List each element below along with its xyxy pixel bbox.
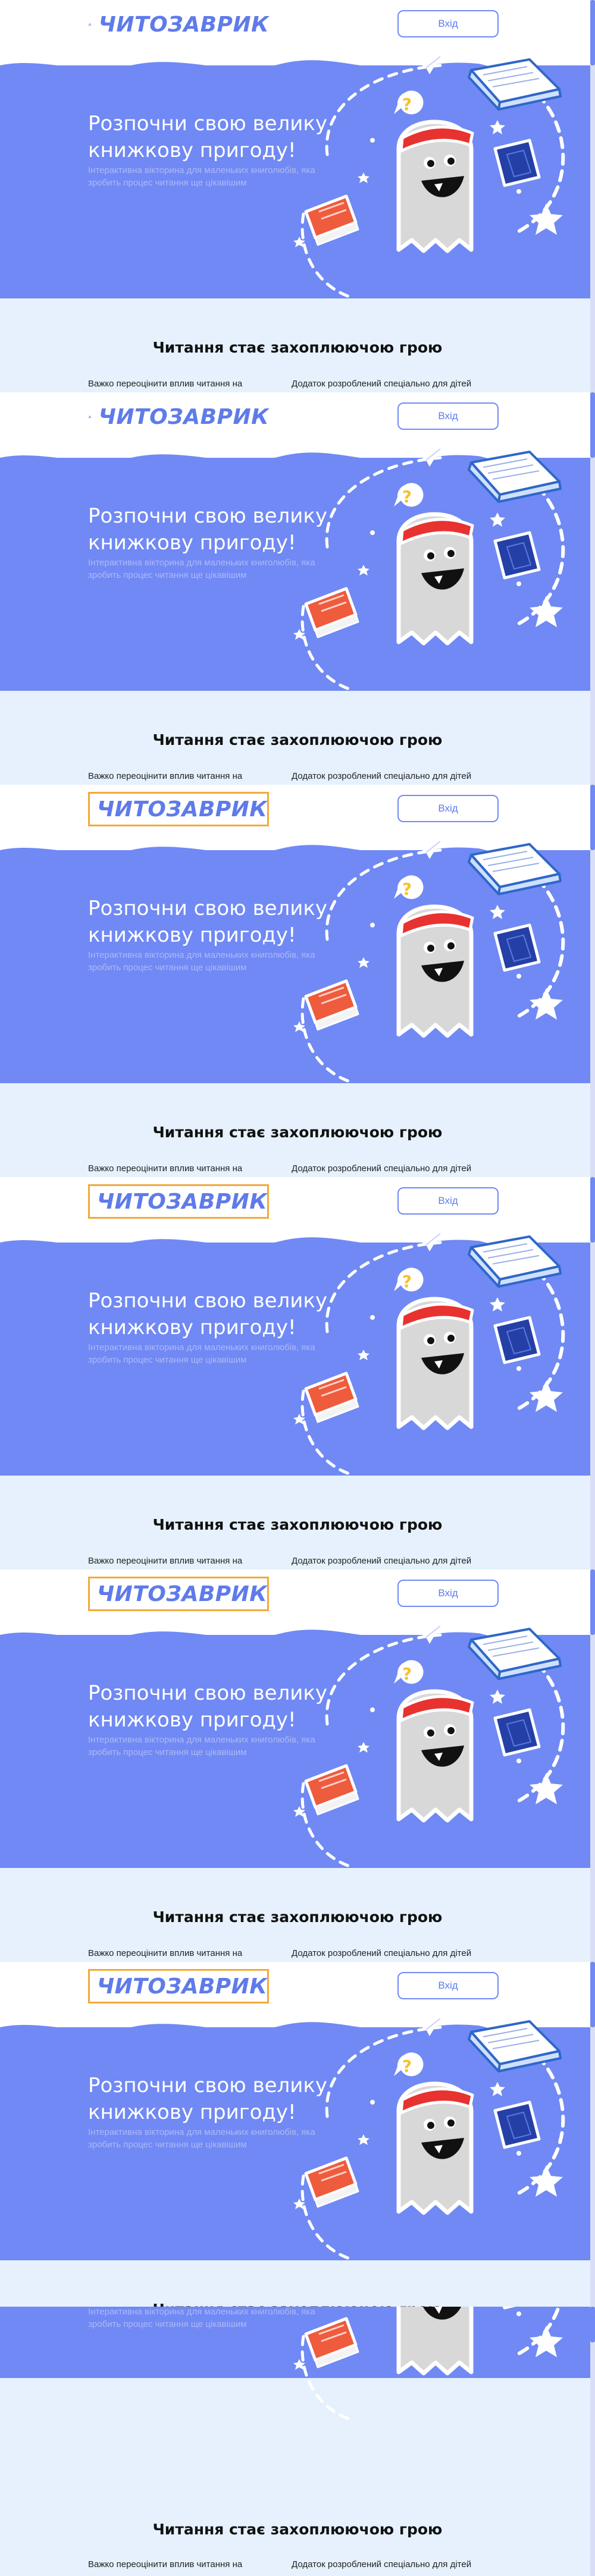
ghost-mascot-icon [262,1605,595,1879]
brand-logo[interactable]: ЧИТОЗАВРИК [88,400,269,434]
brand-name: ЧИТОЗАВРИК [98,404,269,429]
brand-logo[interactable]: ЧИТОЗАВРИК [88,1184,269,1219]
brand-logo[interactable]: ЧИТОЗАВРИК [88,792,269,826]
ghost-mascot-icon [262,1213,595,1486]
brand-name: ЧИТОЗАВРИК [97,1581,268,1606]
login-button[interactable]: Вхід [397,795,499,822]
scrollbar-thumb[interactable] [590,785,595,850]
ghost-mascot-icon [262,820,595,1094]
login-button[interactable]: Вхід [397,1187,499,1215]
ghost-mascot-icon [262,428,595,702]
hero-subtitle-line2: зробить процес читання ще цікавішим [88,2319,247,2329]
ghost-mascot-icon [262,1998,595,2271]
fact-right: Додаток розроблений спеціально для дітей [292,379,472,389]
section-title: Читання стає захоплюючою грою [152,1908,443,1926]
scrollbar-track[interactable] [590,2307,595,2576]
page-frame-scrolled: Інтерактивна вікторина для маленьких кни… [0,2307,595,2576]
scrollbar-thumb[interactable] [590,1569,595,1635]
page-frame: ЧИТОЗАВРИК Вхід Розпочни свою велику книж… [0,392,595,785]
fact-right: Додаток розроблений спеціально для дітей [292,1948,472,1958]
fact-left: Важко переоцінити вплив читання на [88,1948,243,1958]
scrollbar-thumb[interactable] [590,2307,595,2342]
page-frame: ЧИТОЗАВРИК Вхід Розпочни свою велику книж… [0,1569,595,1962]
fact-right: Додаток розроблений спеціально для дітей [292,2559,472,2569]
fact-left: Важко переоцінити вплив читання на [88,771,243,781]
fact-left: Важко переоцінити вплив читання на [88,2559,243,2569]
scrollbar-thumb[interactable] [590,1962,595,2027]
brand-logo[interactable]: ЧИТОЗАВРИК [88,1969,269,2003]
hero-subtitle-line2: зробить процес читання ще цікавішим [88,178,247,188]
hero-subtitle-line2: зробить процес читання ще цікавішим [88,963,247,973]
brand-logo[interactable]: ЧИТОЗАВРИК [88,1577,269,1611]
brand-name: ЧИТОЗАВРИК [97,797,268,822]
section-title: Читання стає захоплюючою грою [152,1516,443,1533]
hero-subtitle-line2: зробить процес читання ще цікавішим [88,1355,247,1365]
section-title: Читання стає захоплюючою грою [152,2521,443,2538]
brand-name: ЧИТОЗАВРИК [97,1189,268,1214]
section-title: Читання стає захоплюючою грою [152,339,443,356]
scrollbar-thumb[interactable] [590,1177,595,1243]
brand-name: ЧИТОЗАВРИК [97,1974,268,1999]
section-title: Читання стає захоплюючою грою [152,731,443,748]
login-button[interactable]: Вхід [397,1972,499,1999]
brand-name: ЧИТОЗАВРИК [98,12,269,37]
ghost-mascot-icon [262,36,595,309]
hero-subtitle-line2: зробить процес читання ще цікавішим [88,1747,247,1757]
fact-right: Додаток розроблений спеціально для дітей [292,1163,472,1174]
fact-left: Важко переоцінити вплив читання на [88,1556,243,1566]
login-button[interactable]: Вхід [397,1580,499,1607]
page-frame: ЧИТОЗАВРИК Вхід Розпочни свою велику книж… [0,1962,595,2354]
page-frame: ЧИТОЗАВРИК Вхід Розпочни свою велику книж… [0,0,595,392]
fact-left: Важко переоцінити вплив читання на [88,379,243,389]
logo-mark-icon [88,401,92,432]
ghost-mascot-icon [262,2307,595,2432]
scrollbar-thumb[interactable] [590,392,595,458]
brand-logo[interactable]: ЧИТОЗАВРИК [88,7,269,42]
fact-right: Додаток розроблений спеціально для дітей [292,771,472,781]
hero-subtitle-line2: зробить процес читання ще цікавішим [88,570,247,580]
page-frame: ЧИТОЗАВРИК Вхід Розпочни свою велику книж… [0,785,595,1177]
fact-left: Важко переоцінити вплив читання на [88,1163,243,1174]
scrollbar-thumb[interactable] [590,0,595,65]
login-button[interactable]: Вхід [397,402,499,430]
hero-subtitle-line2: зробить процес читання ще цікавішим [88,2140,247,2150]
page-frame: ЧИТОЗАВРИК Вхід Розпочни свою велику книж… [0,1177,595,1569]
logo-mark-icon [88,9,92,40]
section-title: Читання стає захоплюючою грою [152,1124,443,1141]
fact-right: Додаток розроблений спеціально для дітей [292,1556,472,1566]
login-button[interactable]: Вхід [397,10,499,37]
